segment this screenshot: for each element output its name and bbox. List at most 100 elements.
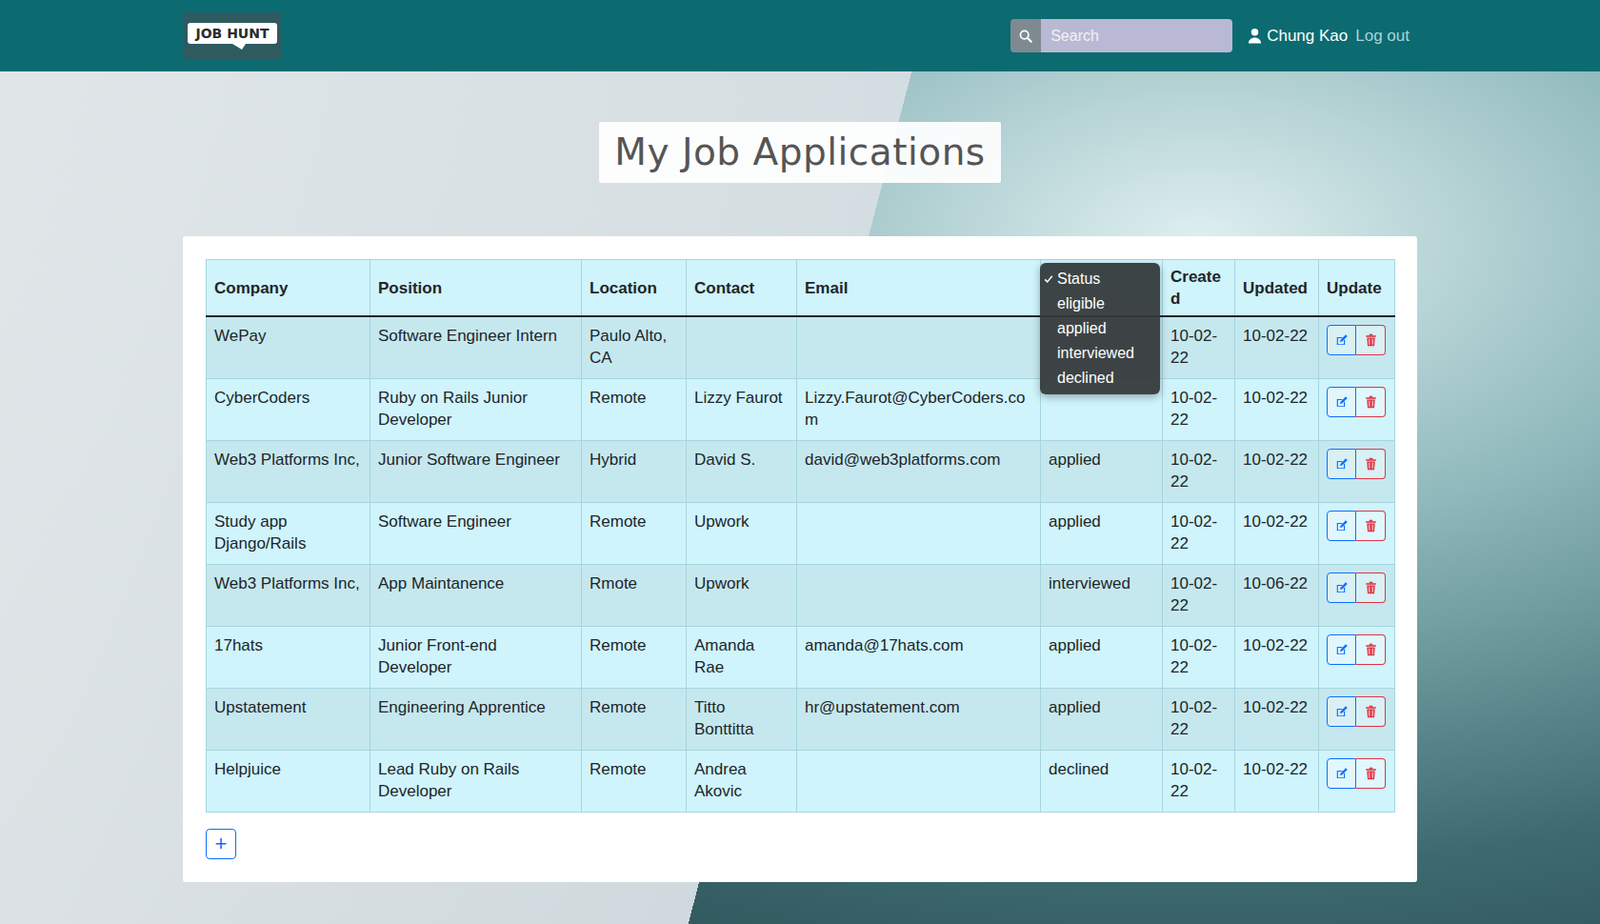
table-cell: CyberCoders (206, 378, 371, 440)
table-cell: Engineering Apprentice (370, 687, 582, 750)
update-cell (1319, 563, 1396, 626)
delete-button[interactable] (1356, 324, 1386, 356)
table-row: UpstatementEngineering ApprenticeRemoteT… (206, 687, 1396, 750)
table-cell: 10-02-22 (1235, 440, 1320, 502)
status-option[interactable]: eligible (1040, 291, 1160, 317)
trash-icon (1364, 333, 1378, 347)
edit-button[interactable] (1326, 510, 1357, 541)
table-head: CompanyPositionLocationContactEmailStatu… (206, 260, 1396, 318)
search-box (1010, 19, 1233, 53)
edit-button[interactable] (1326, 634, 1357, 665)
table-cell: amanda@17hats.com (797, 625, 1041, 688)
table-cell: Ruby on Rails Junior Developer (370, 378, 582, 440)
table-cell: 10-02-22 (1235, 625, 1320, 688)
status-dropdown-menu[interactable]: Statuseligibleappliedintervieweddeclined (1040, 262, 1160, 395)
search-button[interactable] (1010, 19, 1041, 53)
edit-button[interactable] (1326, 448, 1357, 480)
logo[interactable]: JOB HUNT (182, 12, 282, 60)
column-header: Update (1319, 260, 1396, 318)
table-cell: Remote (581, 625, 687, 688)
search-input[interactable] (1040, 19, 1233, 53)
table-cell: Remote (581, 749, 687, 812)
table-cell: 10-06-22 (1235, 563, 1320, 626)
table-cell: Upwork (686, 501, 798, 564)
table-cell (797, 563, 1041, 626)
table-cell: 10-02-22 (1235, 749, 1320, 812)
column-header: Email (797, 260, 1041, 318)
table-cell: 10-02-22 (1235, 316, 1320, 379)
table-cell: Study app Django/Rails (206, 501, 371, 564)
table-cell: 10-02-22 (1235, 687, 1320, 750)
table-cell: Junior Front-end Developer (370, 625, 582, 688)
status-option[interactable]: Status (1040, 266, 1160, 292)
table-row: Web3 Platforms Inc,Junior Software Engin… (206, 440, 1396, 502)
edit-button[interactable] (1326, 324, 1357, 356)
table-cell (797, 316, 1041, 379)
table-cell: Remote (581, 687, 687, 750)
table-cell: Junior Software Engineer (370, 440, 582, 502)
table-cell: 10-02-22 (1162, 501, 1236, 564)
edit-button[interactable] (1326, 386, 1357, 418)
option-label: applied (1057, 316, 1107, 341)
table-row: Web3 Platforms Inc,App MaintanenceRmoteU… (206, 563, 1396, 626)
delete-button[interactable] (1356, 696, 1386, 727)
status-filter-header[interactable]: Statuseligibleappliedintervieweddeclined (1040, 260, 1163, 318)
edit-icon (1335, 642, 1349, 657)
table-cell: 10-02-22 (1162, 625, 1236, 688)
applications-panel: CompanyPositionLocationContactEmailStatu… (182, 236, 1418, 882)
table-row: WePaySoftware Engineer InternPaulo Alto,… (206, 316, 1396, 379)
table-cell: 10-02-22 (1162, 749, 1236, 812)
table-cell: 10-02-22 (1162, 440, 1236, 502)
check-slot (1040, 266, 1058, 292)
table-cell: Lizzy.Faurot@CyberCoders.com (797, 378, 1041, 440)
option-label: eligible (1057, 291, 1105, 317)
table-row: HelpjuiceLead Ruby on Rails DeveloperRem… (206, 749, 1396, 812)
edit-button[interactable] (1326, 572, 1357, 603)
row-actions (1326, 448, 1387, 480)
delete-button[interactable] (1356, 448, 1386, 480)
delete-button[interactable] (1356, 386, 1386, 418)
table-cell: Lead Ruby on Rails Developer (370, 749, 582, 812)
edit-icon (1335, 395, 1349, 409)
delete-button[interactable] (1356, 634, 1386, 665)
table-cell: David S. (686, 440, 798, 502)
edit-button[interactable] (1326, 758, 1357, 789)
table-row: Study app Django/RailsSoftware EngineerR… (206, 501, 1396, 564)
status-option[interactable]: declined (1040, 365, 1160, 391)
edit-button[interactable] (1326, 696, 1357, 727)
option-label: Status (1057, 266, 1100, 292)
option-label: declined (1057, 365, 1115, 391)
status-option[interactable]: interviewed (1040, 340, 1160, 366)
row-actions (1326, 572, 1387, 603)
user-name: Chung Kao (1266, 26, 1348, 46)
row-actions (1326, 324, 1387, 356)
edit-icon (1335, 580, 1349, 595)
header-row: CompanyPositionLocationContactEmailStatu… (206, 260, 1396, 318)
update-cell (1319, 378, 1396, 440)
table-cell (797, 749, 1041, 812)
table-cell: applied (1040, 501, 1163, 564)
table-cell: Software Engineer (370, 501, 582, 564)
row-actions (1326, 696, 1387, 727)
edit-icon (1335, 766, 1349, 780)
delete-button[interactable] (1356, 510, 1386, 541)
delete-button[interactable] (1356, 758, 1386, 789)
logout-link[interactable]: Log out (1355, 26, 1410, 46)
update-cell (1319, 749, 1396, 812)
user-menu[interactable]: Chung Kao (1247, 26, 1348, 46)
table-cell: 10-02-22 (1162, 687, 1236, 750)
table-cell: WePay (206, 316, 371, 379)
table-cell: Hybrid (581, 440, 687, 502)
delete-button[interactable] (1356, 572, 1386, 603)
trash-icon (1364, 395, 1378, 409)
update-cell (1319, 316, 1396, 379)
table-cell: Andrea Akovic (686, 749, 798, 812)
logo-text: JOB HUNT (187, 22, 277, 44)
status-option[interactable]: applied (1040, 316, 1160, 341)
update-cell (1319, 501, 1396, 564)
add-application-button[interactable]: + (205, 828, 237, 860)
option-label: interviewed (1057, 340, 1135, 366)
table-cell: applied (1040, 440, 1163, 502)
magnifier-icon (1019, 29, 1033, 43)
column-header: Updated (1235, 260, 1320, 318)
